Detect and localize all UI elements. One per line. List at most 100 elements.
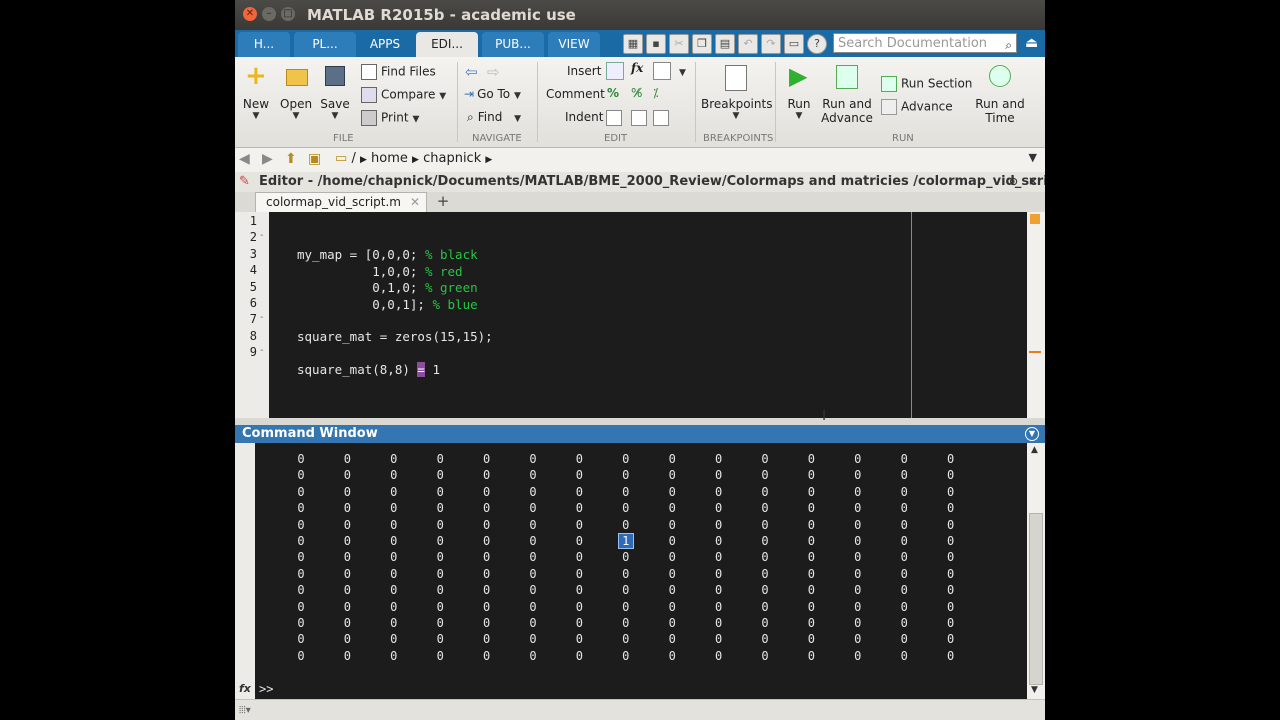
tab-plots[interactable]: PL... bbox=[294, 32, 356, 57]
matrix-cell: 0 bbox=[761, 583, 769, 598]
command-output[interactable]: 0000000000000000000000000000000000000000… bbox=[255, 443, 1027, 699]
run-section-button[interactable]: Run Section bbox=[881, 76, 972, 92]
open-button[interactable]: Open ▼ bbox=[280, 63, 312, 121]
matrix-cell: 0 bbox=[297, 517, 305, 532]
grip-icon[interactable]: ⦙⦙⦙▾ bbox=[239, 705, 251, 716]
smart-indent-icon[interactable] bbox=[606, 110, 622, 126]
wrap-comments-icon[interactable]: ⁒ bbox=[653, 86, 658, 100]
chevron-down-icon[interactable]: ▼ bbox=[1025, 427, 1039, 441]
toolstrip: + New ▼ Open ▼ Save ▼ Find Files Compare… bbox=[235, 57, 1045, 148]
close-icon[interactable]: ✕ bbox=[243, 7, 257, 21]
cut-icon[interactable]: ✂ bbox=[669, 34, 689, 54]
minimize-icon[interactable]: – bbox=[262, 7, 276, 21]
matrix-cell: 0 bbox=[946, 550, 955, 565]
tab-home[interactable]: H... bbox=[238, 32, 290, 57]
matrix-cell: 0 bbox=[575, 616, 583, 630]
tab-editor[interactable]: EDI... bbox=[416, 32, 478, 57]
command-window[interactable]: 0000000000000000000000000000000000000000… bbox=[235, 443, 1045, 699]
matrix-cell: 0 bbox=[436, 616, 444, 630]
breadcrumb-chapnick[interactable]: chapnick bbox=[423, 151, 481, 166]
editor-actions-icon[interactable]: ⊙ bbox=[1009, 175, 1018, 188]
matrix-cell: 0 bbox=[297, 534, 305, 548]
breadcrumb-separator: ▶ bbox=[359, 155, 367, 165]
forward-icon[interactable]: ⇨ bbox=[487, 63, 500, 81]
redo-icon[interactable]: ↷ bbox=[761, 34, 781, 54]
insert-grid-icon[interactable] bbox=[653, 62, 671, 80]
find-files-button[interactable]: Find Files bbox=[361, 64, 436, 80]
help-icon[interactable]: ? bbox=[807, 34, 827, 54]
up-folder-icon[interactable]: ⬆ bbox=[285, 151, 297, 167]
save-button[interactable]: Save ▼ bbox=[320, 63, 350, 121]
editor-scrollbar[interactable] bbox=[1027, 212, 1045, 418]
insert-function-button[interactable]: fx bbox=[631, 61, 643, 75]
back-icon[interactable]: ◀ bbox=[239, 151, 250, 167]
maximize-icon[interactable]: □ bbox=[281, 7, 295, 21]
advance-button[interactable]: Advance bbox=[881, 99, 953, 115]
go-to-button[interactable]: ⇥ Go To ▼ bbox=[464, 87, 521, 101]
editor-title: Editor - /home/chapnick/Documents/MATLAB… bbox=[259, 174, 1045, 189]
matrix-cell: 0 bbox=[343, 566, 351, 581]
switch-windows-icon[interactable]: ▭ bbox=[784, 34, 804, 54]
matrix-cell: 0 bbox=[668, 566, 676, 581]
run-button[interactable]: ▶ Run ▼ bbox=[783, 63, 815, 121]
fx-icon[interactable]: fx bbox=[239, 682, 251, 695]
command-prompt[interactable]: >> bbox=[259, 682, 273, 696]
undo-icon[interactable]: ↶ bbox=[738, 34, 758, 54]
breakpoint-marker[interactable]: - bbox=[260, 345, 264, 356]
breadcrumb-home[interactable]: home bbox=[371, 151, 408, 166]
insert-section-icon[interactable] bbox=[606, 62, 624, 80]
collapse-toolstrip-icon[interactable]: ⏏ bbox=[1025, 35, 1038, 51]
tab-view[interactable]: VIEW bbox=[548, 32, 600, 57]
run-and-advance-label-2: Advance bbox=[821, 111, 873, 125]
breakpoints-button[interactable]: Breakpoints ▼ bbox=[701, 63, 772, 121]
breakpoint-marker[interactable]: - bbox=[260, 230, 264, 241]
copy-icon[interactable]: ❐ bbox=[692, 34, 712, 54]
uncomment-icon[interactable]: %̸ bbox=[631, 86, 642, 100]
command-scrollbar[interactable]: ▲ ▼ bbox=[1027, 443, 1045, 699]
increase-indent-icon[interactable] bbox=[653, 110, 669, 126]
save-icon[interactable]: ▪ bbox=[646, 34, 666, 54]
pane-splitter[interactable] bbox=[235, 418, 1045, 425]
paste-icon[interactable]: ▤ bbox=[715, 34, 735, 54]
run-label: Run bbox=[787, 97, 811, 111]
matrix-cell: 0 bbox=[622, 566, 630, 581]
comment-icon[interactable]: % bbox=[607, 86, 619, 100]
compare-button[interactable]: Compare ▼ bbox=[361, 87, 446, 103]
close-icon[interactable]: × bbox=[1028, 174, 1038, 188]
add-tab-icon[interactable]: + bbox=[431, 192, 455, 212]
forward-icon[interactable]: ▶ bbox=[262, 151, 273, 167]
line-number: 7 bbox=[249, 312, 257, 327]
scroll-thumb[interactable] bbox=[1029, 513, 1043, 685]
scroll-up-icon[interactable]: ▲ bbox=[1031, 445, 1038, 455]
code-line: 0,0,1]; % blue bbox=[297, 297, 477, 312]
search-input[interactable]: Search Documentation ⌕ bbox=[833, 33, 1017, 53]
matrix-cell: 0 bbox=[854, 484, 862, 499]
code-area[interactable]: my_map = [0,0,0; % black 1,0,0; % red 0,… bbox=[269, 212, 1027, 418]
file-tab[interactable]: colormap_vid_script.m ✕ bbox=[255, 192, 427, 212]
scroll-down-icon[interactable]: ▼ bbox=[1031, 685, 1038, 695]
matrix-cell: 0 bbox=[482, 566, 491, 581]
code-editor[interactable]: 12-34567-89- my_map = [0,0,0; % black 1,… bbox=[235, 212, 1045, 418]
new-button[interactable]: + New ▼ bbox=[241, 63, 271, 121]
matrix-cell: 0 bbox=[482, 468, 491, 483]
matrix-cell: 0 bbox=[807, 501, 815, 516]
chevron-down-icon[interactable]: ▼ bbox=[1029, 151, 1037, 164]
tab-apps[interactable]: APPS bbox=[359, 32, 411, 57]
layout-icon[interactable]: ▦ bbox=[623, 34, 643, 54]
breakpoint-marker[interactable]: - bbox=[260, 312, 264, 323]
search-icon[interactable]: ⌕ bbox=[1005, 35, 1012, 55]
browse-folder-icon[interactable]: ▣ bbox=[308, 151, 321, 167]
matrix-cell: 0 bbox=[854, 599, 862, 614]
matrix-cell: 0 bbox=[575, 484, 583, 499]
matrix-cell: 0 bbox=[482, 517, 491, 532]
print-button[interactable]: Print ▼ bbox=[361, 110, 419, 126]
run-and-advance-button[interactable]: Run and Advance bbox=[820, 63, 874, 125]
tab-publish[interactable]: PUB... bbox=[482, 32, 544, 57]
close-icon[interactable]: ✕ bbox=[410, 193, 420, 212]
decrease-indent-icon[interactable] bbox=[631, 110, 647, 126]
back-icon[interactable]: ⇦ bbox=[465, 63, 478, 81]
chevron-down-icon[interactable]: ▼ bbox=[679, 64, 686, 78]
run-and-time-button[interactable]: Run and Time bbox=[973, 63, 1027, 125]
find-button[interactable]: ⌕ Find ▼ bbox=[467, 110, 521, 125]
breadcrumb-root[interactable]: / bbox=[351, 151, 355, 166]
